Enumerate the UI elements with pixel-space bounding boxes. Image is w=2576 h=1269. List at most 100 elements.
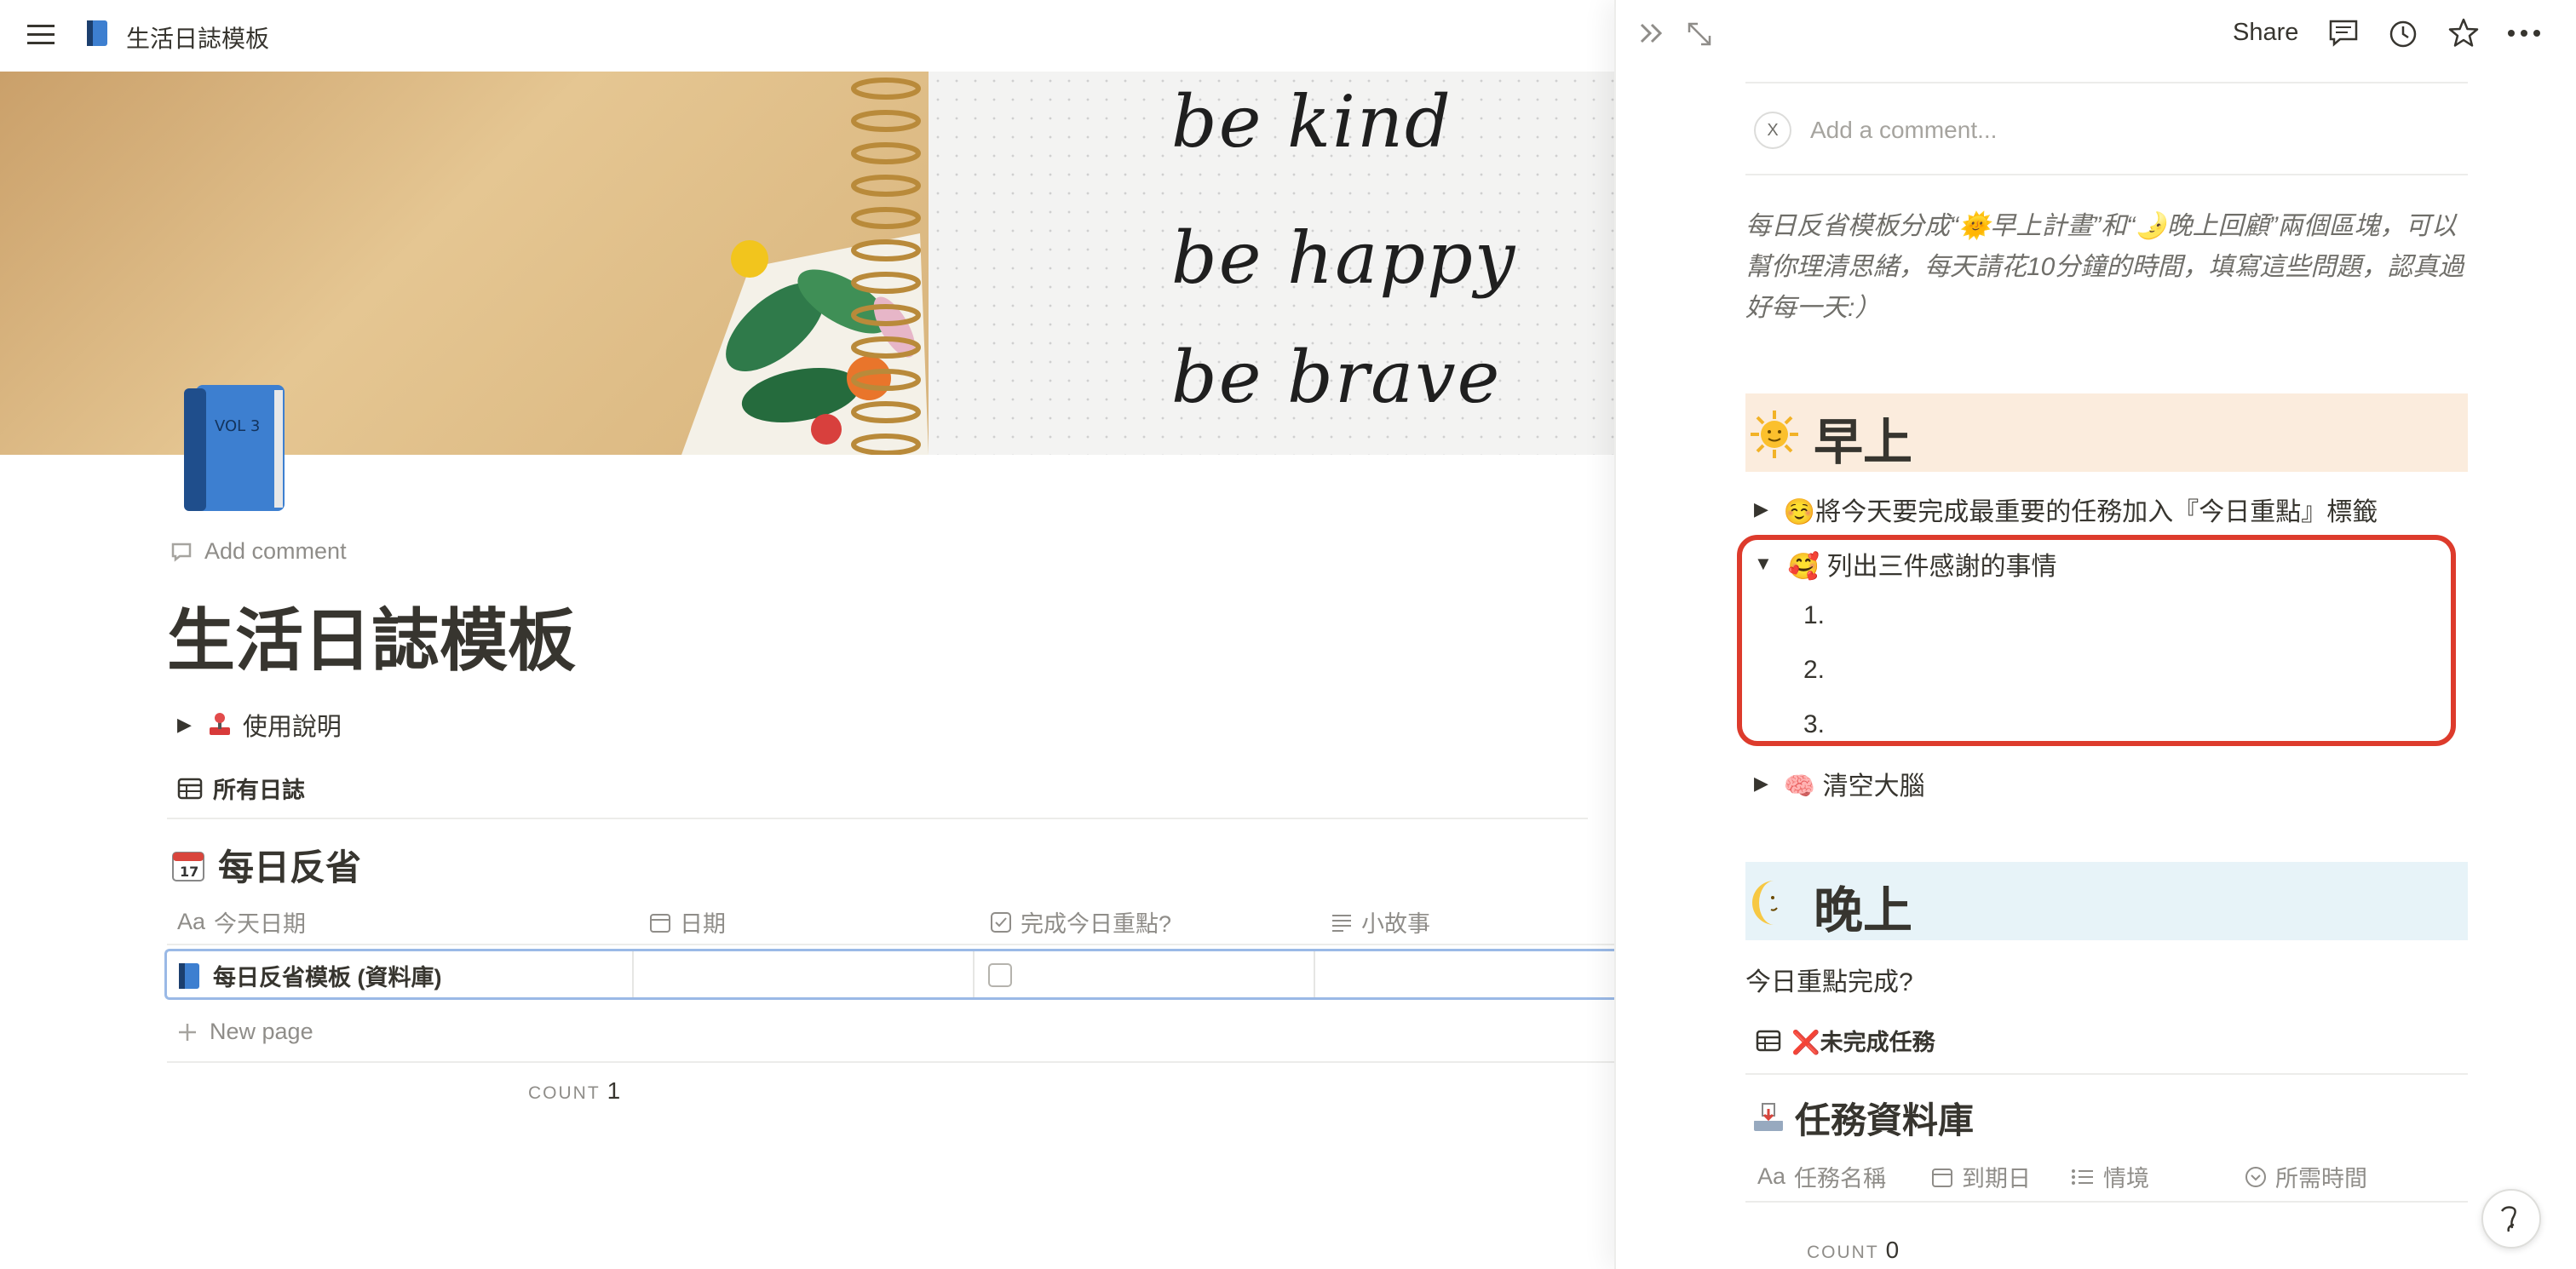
more-options-icon[interactable] (2507, 29, 2541, 37)
numbered-item-3[interactable]: 3. (1803, 710, 1825, 739)
side-peek-panel: Share X Add a comment... 每日反省模板分成“🌞早上計畫”… (1614, 0, 2576, 1269)
add-comment-button[interactable]: Add comment (170, 538, 347, 565)
spiral-binding-icon (851, 78, 921, 455)
moon-icon (1749, 877, 1800, 928)
calendar-icon (1931, 1166, 1953, 1188)
svg-text:VOL 3: VOL 3 (215, 417, 260, 435)
description-text[interactable]: 每日反省模板分成“🌞早上計畫”和“🌛晚上回顧”兩個區塊，可以幫你理清思緒，每天請… (1745, 206, 2468, 329)
triangle-right-icon[interactable]: ▶ (177, 714, 192, 736)
evening-heading-band[interactable]: 晚上 (1745, 862, 2468, 940)
numbered-item-1[interactable]: 1. (1803, 601, 1825, 630)
toggle-brain-dump[interactable]: ▶ 🧠 清空大腦 (1754, 765, 1925, 802)
column-header-story[interactable]: 小故事 (1331, 905, 1430, 939)
column-header-date[interactable]: 日期 (649, 905, 726, 939)
column-header-done-focus[interactable]: 完成今日重點? (990, 905, 1171, 939)
joystick-icon (207, 712, 233, 738)
main-page: 生活日誌模板 be kind be happy be brave VOL 3 A… (0, 0, 1614, 1269)
toggle-gratitude[interactable]: ▼ 🥰 列出三件感謝的事情 (1754, 545, 2056, 583)
toggle-label: ☺️將今天要完成最重要的任務加入『今日重點』標籤 (1783, 498, 2378, 526)
cover-text-be-brave: be brave (1171, 336, 1502, 419)
comment-input[interactable]: Add a comment... (1810, 117, 1997, 144)
count-summary[interactable]: COUNT 1 (528, 1077, 620, 1105)
evening-heading: 晚上 (1814, 883, 1913, 939)
morning-heading-band[interactable]: 早上 (1745, 393, 2468, 472)
row-title: 每日反省模板 (資料庫) (213, 965, 442, 991)
database-title[interactable]: 17 每日反省 (170, 839, 361, 891)
star-icon[interactable] (2447, 17, 2480, 49)
morning-heading: 早上 (1814, 415, 1913, 470)
page-title[interactable]: 生活日誌模板 (167, 586, 576, 685)
breadcrumb-title[interactable]: 生活日誌模板 (126, 20, 269, 55)
calendar-icon: 17 (170, 847, 206, 883)
divider (1745, 1073, 2468, 1075)
cell-separator (632, 951, 634, 997)
all-journals-link[interactable]: 所有日誌 (177, 772, 305, 805)
book-icon (85, 19, 109, 48)
checkbox-property-icon (990, 911, 1012, 933)
inbox-tray-icon (1751, 1100, 1786, 1136)
text-lines-icon (1331, 913, 1353, 932)
triangle-right-icon[interactable]: ▶ (1754, 498, 1768, 520)
calendar-icon (649, 911, 671, 933)
task-count-summary[interactable]: COUNT 0 (1807, 1237, 1899, 1264)
column-header-today-date[interactable]: Aa 今天日期 (177, 905, 306, 939)
toggle-label: 🧠 清空大腦 (1783, 772, 1925, 801)
column-header-label: 完成今日重點? (1021, 911, 1172, 937)
done-checkbox[interactable] (988, 963, 1012, 987)
comments-icon[interactable] (2328, 19, 2359, 48)
list-icon (2071, 1168, 2095, 1186)
numbered-item-2[interactable]: 2. (1803, 656, 1825, 685)
comment-composer[interactable]: X Add a comment... (1745, 106, 2468, 155)
double-chevron-right-icon[interactable] (1638, 20, 1667, 46)
evening-question[interactable]: 今日重點完成? (1745, 961, 1913, 998)
comment-icon (170, 542, 193, 562)
svg-text:17: 17 (180, 864, 198, 880)
task-database-title[interactable]: 任務資料庫 (1751, 1092, 1974, 1144)
new-page-label: New page (210, 1019, 313, 1044)
count-label: COUNT (1807, 1243, 1879, 1262)
column-header-due-date[interactable]: 到期日 (1931, 1160, 2031, 1193)
toggle-focus-tasks[interactable]: ▶ ☺️將今天要完成最重要的任務加入『今日重點』標籤 (1754, 491, 2378, 528)
count-value: 0 (1885, 1237, 1900, 1263)
count-value: 1 (607, 1077, 621, 1104)
count-label: COUNT (528, 1083, 601, 1103)
column-header-label: 日期 (680, 911, 726, 937)
unfinished-tasks-label: ❌未完成任務 (1791, 1030, 1935, 1055)
expand-icon[interactable] (1686, 20, 1713, 48)
select-circle-icon (2245, 1166, 2267, 1188)
column-header-task-name[interactable]: Aa 任務名稱 (1757, 1160, 1886, 1193)
clock-history-icon[interactable] (2388, 19, 2418, 49)
cell-separator (1314, 951, 1315, 997)
row-title-cell[interactable]: 每日反省模板 (資料庫) (177, 959, 441, 992)
task-database-label: 任務資料庫 (1795, 1100, 1975, 1140)
column-header-context[interactable]: 情境 (2071, 1160, 2149, 1193)
column-header-time-needed[interactable]: 所需時間 (2245, 1160, 2367, 1193)
column-header-label: 所需時間 (2275, 1166, 2367, 1191)
menu-icon[interactable] (26, 22, 56, 48)
column-header-label: 情境 (2103, 1166, 2149, 1191)
book-icon (177, 962, 201, 991)
share-button[interactable]: Share (2233, 19, 2298, 47)
book-icon[interactable]: VOL 3 (181, 382, 291, 516)
all-journals-label: 所有日誌 (213, 778, 305, 803)
plus-icon (177, 1022, 198, 1042)
triangle-right-icon[interactable]: ▶ (1754, 772, 1768, 795)
cover-text-be-happy: be happy (1171, 216, 1517, 300)
divider (167, 1061, 1614, 1063)
column-header-label: 今天日期 (214, 911, 307, 937)
divider (1745, 1201, 2468, 1203)
add-comment-label: Add comment (204, 538, 347, 564)
toggle-label: 🥰 列出三件感謝的事情 (1787, 553, 2057, 581)
usage-toggle[interactable]: ▶ 使用說明 (177, 707, 342, 743)
triangle-down-icon[interactable]: ▼ (1754, 553, 1773, 575)
cover-text-be-kind: be kind (1171, 80, 1452, 164)
new-page-button[interactable]: New page (177, 1019, 313, 1045)
text-property-icon: Aa (1757, 1163, 1786, 1189)
table-icon (177, 778, 203, 800)
database-title-label: 每日反省 (218, 847, 362, 887)
column-header-label: 到期日 (1962, 1166, 2031, 1191)
help-icon (2500, 1206, 2516, 1232)
user-avatar: X (1754, 112, 1791, 149)
unfinished-tasks-link[interactable]: ❌未完成任務 (1756, 1024, 1935, 1057)
help-button[interactable] (2481, 1189, 2541, 1249)
